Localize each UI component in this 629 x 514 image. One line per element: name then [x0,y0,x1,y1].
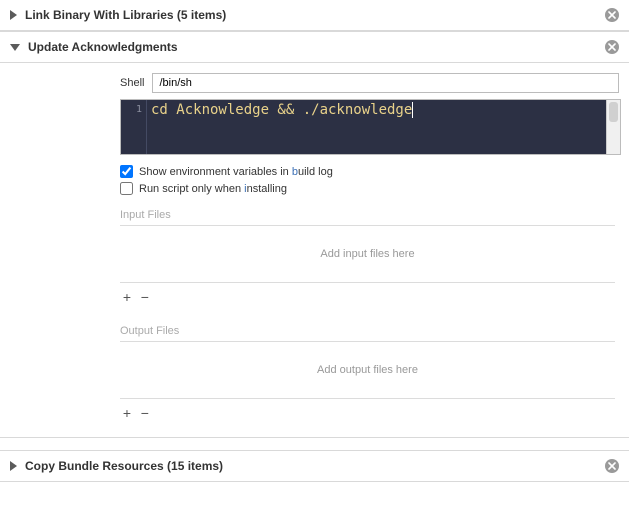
show-env-checkbox[interactable] [120,165,133,178]
close-icon[interactable] [605,459,619,473]
add-output-button[interactable]: + [120,405,134,421]
editor-scrollbar[interactable] [606,100,620,154]
disclosure-icon[interactable] [10,44,20,51]
remove-input-button[interactable]: − [138,289,152,305]
phase-title: Copy Bundle Resources (15 items) [25,459,605,473]
shell-label: Shell [120,77,144,89]
close-icon[interactable] [605,8,619,22]
line-number: 1 [136,104,142,115]
phase-update-ack[interactable]: Update Acknowledgments [0,31,629,63]
phase-update-ack-body: Shell 1 cd Acknowledge && ./acknowledge … [0,63,629,438]
output-files-placeholder[interactable]: Add output files here [120,342,615,399]
phase-title: Link Binary With Libraries (5 items) [25,8,605,22]
run-only-checkbox-row[interactable]: Run script only when installing [120,182,619,195]
input-files-addremove: + − [120,283,619,311]
disclosure-icon[interactable] [10,10,17,20]
input-files-placeholder[interactable]: Add input files here [120,226,615,283]
output-files-addremove: + − [120,399,619,427]
input-files-label: Input Files [120,195,615,226]
phase-link-binary[interactable]: Link Binary With Libraries (5 items) [0,0,629,31]
run-only-checkbox[interactable] [120,182,133,195]
editor-gutter: 1 [121,100,147,154]
disclosure-icon[interactable] [10,461,17,471]
show-env-label: Show environment variables in build log [139,166,333,178]
script-editor[interactable]: 1 cd Acknowledge && ./acknowledge [120,99,621,155]
run-only-label: Run script only when installing [139,183,287,195]
add-input-button[interactable]: + [120,289,134,305]
close-icon[interactable] [605,40,619,54]
show-env-checkbox-row[interactable]: Show environment variables in build log [120,165,619,178]
script-code[interactable]: cd Acknowledge && ./acknowledge [147,100,606,154]
output-files-label: Output Files [120,311,615,342]
remove-output-button[interactable]: − [138,405,152,421]
shell-input[interactable] [152,73,619,93]
phase-title: Update Acknowledgments [28,40,605,54]
phase-copy-bundle[interactable]: Copy Bundle Resources (15 items) [0,450,629,482]
shell-row: Shell [120,73,619,93]
